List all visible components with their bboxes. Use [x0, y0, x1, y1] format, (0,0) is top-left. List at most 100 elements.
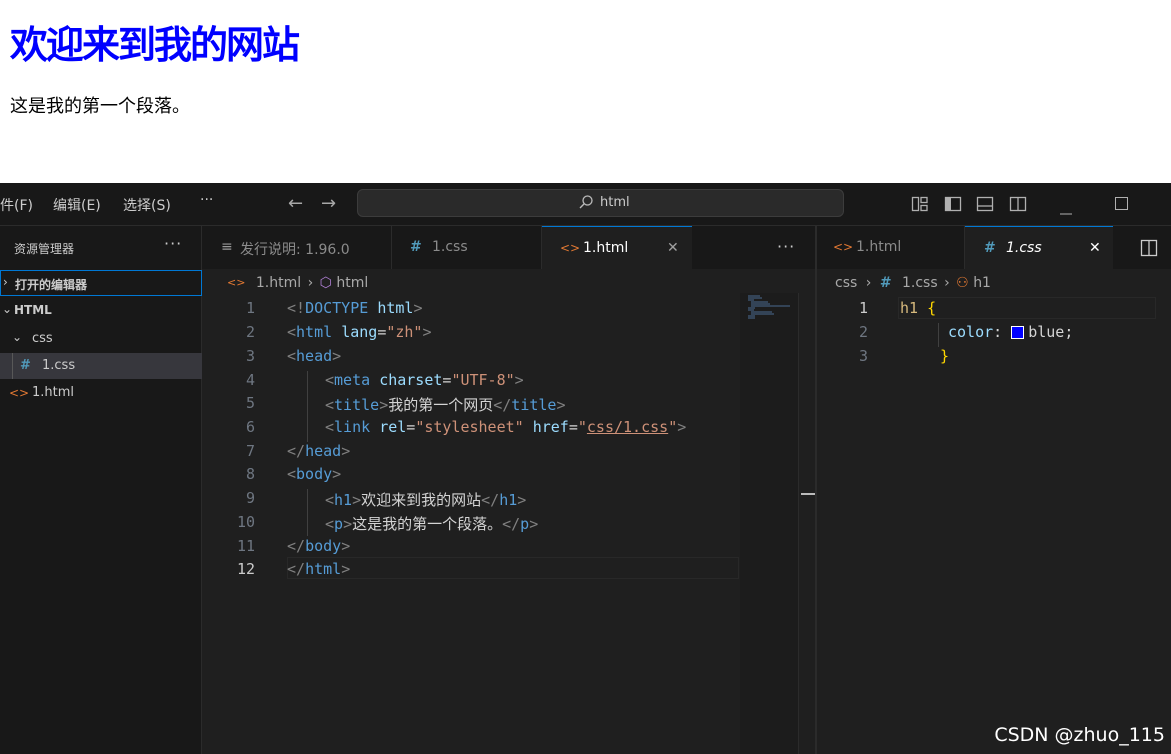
code-line: <h1>欢迎来到我的网站</h1> — [325, 491, 527, 509]
preview-heading: 欢迎来到我的网站 — [10, 23, 300, 67]
chevron-right-icon: › — [865, 275, 872, 291]
right-editor-tabbar: <> 1.html # 1.css ✕ — [817, 226, 1171, 269]
code-line: color: blue; — [948, 323, 1074, 341]
line-number: 11 — [236, 537, 255, 555]
tab-label: 1.html — [856, 239, 902, 255]
tree-item-label: 1.css — [42, 358, 76, 373]
command-center-text: html — [600, 195, 630, 210]
code-line: <html lang="zh"> — [287, 323, 432, 341]
workspace-folder-html[interactable]: ⌄ HTML — [0, 298, 202, 324]
vertical-scrollbar[interactable] — [798, 293, 815, 754]
workspace-label: HTML — [14, 303, 52, 317]
open-editors-section[interactable]: › 打开的编辑器 — [0, 270, 202, 296]
menu-more[interactable]: ··· — [200, 192, 213, 208]
code-line: h1 { — [900, 299, 937, 317]
toggle-secondary-sidebar-icon[interactable] — [1009, 195, 1027, 217]
close-icon[interactable]: ✕ — [1089, 240, 1101, 256]
line-number: 1 — [858, 299, 868, 317]
breadcrumb-folder[interactable]: css — [835, 275, 857, 291]
tree-item-label: css — [32, 331, 53, 346]
code-line: } — [940, 347, 950, 365]
tab-label: 1.css — [1006, 240, 1042, 256]
color-swatch[interactable] — [1011, 326, 1025, 339]
chevron-right-icon: › — [944, 275, 950, 291]
line-number: 2 — [245, 323, 255, 341]
minimap[interactable] — [740, 293, 798, 754]
release-notes-icon: ≡ — [221, 239, 233, 255]
css-file-icon: # — [879, 275, 892, 291]
css-file-icon: # — [20, 358, 31, 373]
watermark: CSDN @zhuo_115 — [994, 724, 1165, 746]
selector-symbol-icon: ⚇ — [956, 275, 969, 291]
tab-label: 1.html — [583, 240, 629, 256]
html-file-icon: <> — [227, 276, 246, 289]
customize-layout-icon[interactable] — [911, 195, 929, 217]
breadcrumb-file[interactable]: 1.html — [256, 275, 301, 291]
tab-1-html[interactable]: <> 1.html ✕ — [542, 226, 692, 269]
minimize-icon[interactable] — [1060, 203, 1072, 219]
chevron-down-icon: ⌄ — [2, 302, 13, 316]
right-breadcrumb: css › # 1.css › ⚇ h1 — [835, 275, 991, 297]
toggle-primary-sidebar-icon[interactable] — [944, 195, 962, 217]
menu-edit[interactable]: 编辑(E) — [53, 195, 101, 215]
close-icon[interactable]: ✕ — [667, 240, 679, 256]
toggle-panel-icon[interactable] — [976, 195, 994, 217]
html-file-icon: <> — [833, 240, 854, 254]
html-file-icon: <> — [9, 386, 30, 400]
maximize-icon[interactable] — [1115, 197, 1128, 214]
line-number: 2 — [858, 323, 868, 341]
code-line: <body> — [287, 465, 342, 483]
line-number: 3 — [245, 347, 255, 365]
line-number: 7 — [245, 442, 255, 460]
line-number: 4 — [245, 371, 255, 389]
line-number: 3 — [858, 347, 868, 365]
breadcrumb-symbol[interactable]: html — [336, 275, 368, 291]
explorer-more-icon[interactable]: ··· — [164, 234, 182, 253]
explorer-sidebar: 资源管理器 ··· › 打开的编辑器 ⌄ HTML ⌄ css # 1.css … — [0, 226, 202, 754]
line-number: 10 — [236, 513, 255, 531]
html-file-icon: <> — [560, 241, 581, 255]
line-number: 6 — [245, 418, 255, 436]
code-line: <link rel="stylesheet" href="css/1.css"> — [325, 418, 687, 436]
current-line-highlight — [898, 297, 1156, 319]
vscode-window: 件(F) 编辑(E) 选择(S) ··· ← → html 资源管理器 ··· … — [0, 183, 1171, 754]
chevron-down-icon: ⌄ — [12, 330, 23, 344]
code-line: <meta charset="UTF-8"> — [325, 371, 524, 389]
preview-paragraph: 这是我的第一个段落。 — [10, 96, 190, 117]
code-line: </body> — [287, 537, 351, 555]
code-line: <head> — [287, 347, 342, 365]
breadcrumb-file[interactable]: 1.css — [902, 275, 938, 291]
command-center-search[interactable]: html — [357, 189, 844, 217]
editor-actions-more-icon[interactable]: ··· — [777, 237, 795, 256]
menu-file[interactable]: 件(F) — [0, 195, 33, 215]
explorer-title: 资源管理器 — [14, 242, 75, 256]
tab-1-html[interactable]: <> 1.html — [817, 226, 965, 269]
forward-arrow-icon[interactable]: → — [321, 193, 336, 214]
code-line: <!DOCTYPE html> — [287, 299, 423, 317]
symbol-icon: ⬡ — [319, 275, 332, 291]
css-file-icon: # — [410, 239, 422, 255]
tab-1-css[interactable]: # 1.css ✕ — [965, 226, 1113, 269]
code-line: <title>我的第一个网页</title> — [325, 396, 566, 414]
tab-label: 发行说明: 1.96.0 — [240, 242, 350, 258]
line-number: 5 — [245, 394, 255, 412]
line-number: 1 — [245, 299, 255, 317]
chevron-right-icon: › — [307, 275, 314, 291]
tab-release-notes[interactable]: ≡ 发行说明: 1.96.0 — [202, 226, 392, 269]
left-breadcrumb: <> 1.html › ⬡ html — [227, 275, 368, 297]
menu-selection[interactable]: 选择(S) — [123, 195, 171, 215]
browser-preview: 欢迎来到我的网站 这是我的第一个段落。 — [0, 0, 1171, 183]
tree-item-1-html[interactable]: <> 1.html — [0, 380, 202, 406]
line-number: 8 — [245, 465, 255, 483]
css-file-icon: # — [984, 240, 996, 256]
code-line: </html> — [287, 560, 351, 578]
tree-item-1-css[interactable]: # 1.css — [0, 353, 202, 379]
editor-group-divider[interactable] — [815, 226, 817, 754]
breadcrumb-symbol[interactable]: h1 — [973, 275, 991, 291]
back-arrow-icon[interactable]: ← — [288, 193, 303, 214]
tree-item-css-folder[interactable]: ⌄ css — [0, 326, 202, 352]
tab-1-css[interactable]: # 1.css — [392, 226, 542, 269]
search-icon — [578, 194, 594, 214]
split-editor-icon[interactable] — [1140, 239, 1158, 261]
chevron-right-icon: › — [3, 275, 8, 289]
